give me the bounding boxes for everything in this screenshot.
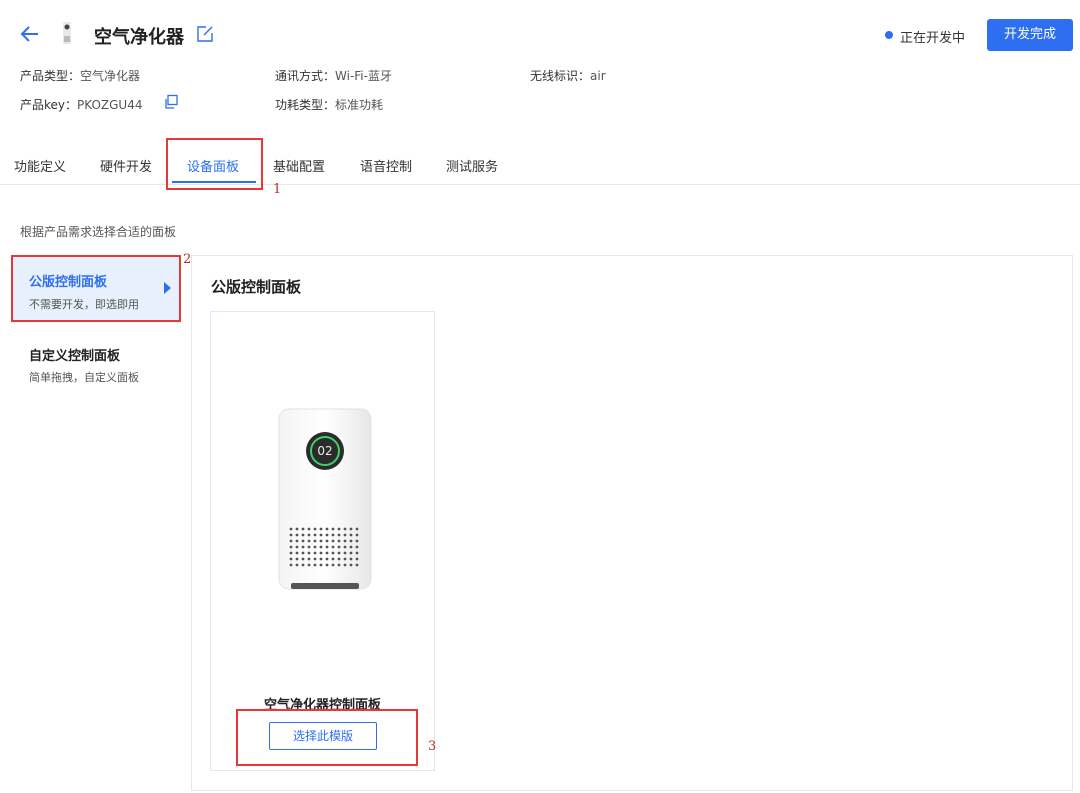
side-item-custom-subtitle: 简单拖拽，自定义面板 [29, 371, 139, 384]
air-purifier-image: 02 [277, 407, 372, 591]
edit-icon[interactable] [196, 25, 214, 43]
tabs-divider [0, 184, 1080, 185]
comm-method: 通讯方式：Wi-Fi-蓝牙 [275, 69, 392, 83]
copy-icon[interactable] [163, 94, 179, 110]
product-icon [60, 20, 74, 48]
tab-test-service[interactable]: 测试服务 [446, 156, 498, 175]
tab-hardware-development[interactable]: 硬件开发 [100, 156, 152, 175]
annotation-box-2 [11, 255, 181, 322]
side-item-custom-title: 自定义控制面板 [29, 349, 121, 364]
back-arrow-icon[interactable] [18, 22, 42, 46]
tab-voice-control[interactable]: 语音控制 [360, 156, 412, 175]
annotation-box-1 [166, 138, 263, 190]
annotation-box-3 [236, 709, 418, 766]
side-item-custom-panel[interactable]: 自定义控制面板 简单拖拽，自定义面板 [13, 335, 180, 395]
annotation-number-3: 3 [428, 739, 437, 754]
power-type: 功耗类型：标准功耗 [275, 98, 384, 112]
panel-template-card[interactable]: 02 空气净化器控制面板 选择此模版 [210, 311, 435, 771]
product-key: 产品key：PKOZGU44 [20, 98, 143, 112]
tab-basic-config[interactable]: 基础配置 [273, 156, 325, 175]
panel-hint: 根据产品需求选择合适的面板 [20, 225, 177, 239]
tab-function-definition[interactable]: 功能定义 [14, 156, 66, 175]
device-display-value: 02 [317, 444, 333, 458]
section-title: 公版控制面板 [211, 278, 302, 296]
product-title: 空气净化器 [94, 27, 184, 48]
annotation-number-2: 2 [183, 252, 192, 267]
status-dot-icon [885, 31, 893, 39]
status-text: 正在开发中 [900, 31, 966, 46]
complete-button[interactable]: 开发完成 [987, 19, 1073, 51]
product-type: 产品类型：空气净化器 [20, 69, 141, 83]
annotation-number-1: 1 [273, 182, 282, 197]
wireless-id: 无线标识：air [530, 69, 606, 83]
